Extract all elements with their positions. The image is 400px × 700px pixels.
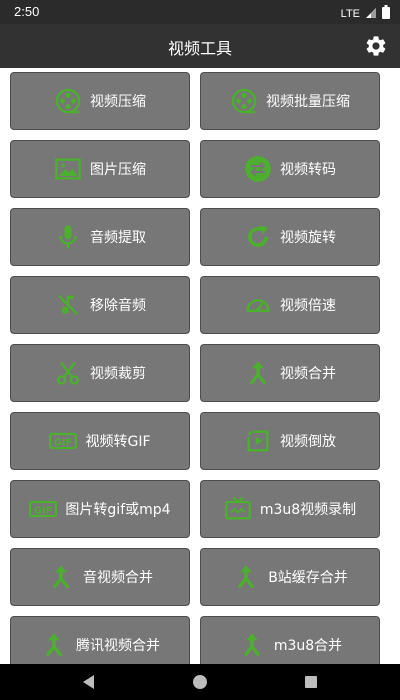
status-icons: LTE (341, 4, 390, 23)
tool-button-13[interactable]: GIF 图片转gif或mp4 (10, 480, 190, 538)
tool-button-label: m3u8视频录制 (259, 502, 357, 518)
microphone-icon (54, 223, 82, 251)
swap-icon (244, 155, 272, 183)
tool-button-5[interactable]: 音频提取 (10, 208, 190, 266)
tool-button-label: 图片压缩 (90, 162, 146, 178)
music-off-icon (54, 291, 82, 319)
tool-button-12[interactable]: 视频倒放 (200, 412, 380, 470)
signal-icon (365, 4, 377, 23)
film-reel-icon (230, 87, 258, 115)
tv-icon (224, 495, 252, 523)
merge-icon (232, 563, 260, 591)
status-time: 2:50 (14, 4, 40, 19)
tool-button-label: 视频转码 (280, 162, 336, 178)
tool-button-label: 视频合并 (280, 366, 336, 382)
tool-button-label: 视频批量压缩 (266, 94, 350, 110)
tool-button-18[interactable]: m3u8合并 (200, 616, 380, 664)
tool-button-label: 视频倍速 (280, 298, 336, 314)
scissors-icon (54, 359, 82, 387)
tool-button-16[interactable]: B站缓存合并 (200, 548, 380, 606)
image-icon (54, 155, 82, 183)
tool-button-label: 视频压缩 (90, 94, 146, 110)
tool-button-label: 音视频合并 (83, 570, 153, 586)
tool-button-3[interactable]: 图片压缩 (10, 140, 190, 198)
back-button[interactable] (79, 672, 99, 692)
recents-icon (305, 676, 317, 688)
navigation-bar (0, 664, 400, 700)
tool-button-label: 视频旋转 (280, 230, 336, 246)
tool-button-14[interactable]: m3u8视频录制 (200, 480, 380, 538)
page-title: 视频工具 (167, 39, 232, 58)
tool-button-2[interactable]: 视频批量压缩 (200, 72, 380, 130)
merge-icon (40, 631, 68, 659)
tool-button-label: 音频提取 (90, 230, 146, 246)
status-bar: 2:50 LTE (0, 0, 400, 24)
tool-grid: 视频压缩 视频批量压缩 图片压缩 视频转码 音频提取 视频旋转 移除音频 视频倍速 视频裁剪 视频… (0, 68, 400, 664)
tool-button-17[interactable]: 腾讯视频合并 (10, 616, 190, 664)
battery-icon (382, 4, 390, 23)
back-icon (83, 675, 94, 689)
tool-button-label: 视频倒放 (280, 434, 336, 450)
tool-button-11[interactable]: GIF 视频转GIF (10, 412, 190, 470)
settings-button[interactable] (364, 34, 388, 58)
tool-button-label: 视频裁剪 (90, 366, 146, 382)
film-reel-icon (54, 87, 82, 115)
tool-button-label: 腾讯视频合并 (76, 638, 160, 654)
svg-text:GIF: GIF (34, 506, 53, 517)
rotate-icon (244, 223, 272, 251)
home-button[interactable] (190, 672, 210, 692)
home-icon (193, 675, 207, 689)
tool-button-label: m3u8合并 (273, 638, 343, 654)
network-type-label: LTE (340, 7, 360, 20)
speedometer-icon (244, 291, 272, 319)
tool-button-15[interactable]: 音视频合并 (10, 548, 190, 606)
app-bar: 视频工具 (0, 24, 400, 68)
gear-icon (366, 36, 386, 56)
tool-button-label: 图片转gif或mp4 (65, 502, 171, 518)
gif-icon: GIF (29, 495, 58, 523)
tool-button-label: 移除音频 (90, 298, 146, 314)
tool-button-1[interactable]: 视频压缩 (10, 72, 190, 130)
merge-icon (244, 359, 272, 387)
reverse-play-icon (244, 427, 272, 455)
recents-button[interactable] (301, 672, 321, 692)
merge-icon (238, 631, 266, 659)
gif-icon: GIF (49, 427, 78, 455)
tool-button-label: 视频转GIF (85, 434, 151, 450)
tool-button-6[interactable]: 视频旋转 (200, 208, 380, 266)
tool-button-4[interactable]: 视频转码 (200, 140, 380, 198)
tool-button-8[interactable]: 视频倍速 (200, 276, 380, 334)
tool-button-label: B站缓存合并 (268, 570, 348, 586)
tool-button-9[interactable]: 视频裁剪 (10, 344, 190, 402)
tool-button-7[interactable]: 移除音频 (10, 276, 190, 334)
merge-icon (47, 563, 75, 591)
svg-text:GIF: GIF (54, 438, 73, 449)
tool-button-10[interactable]: 视频合并 (200, 344, 380, 402)
